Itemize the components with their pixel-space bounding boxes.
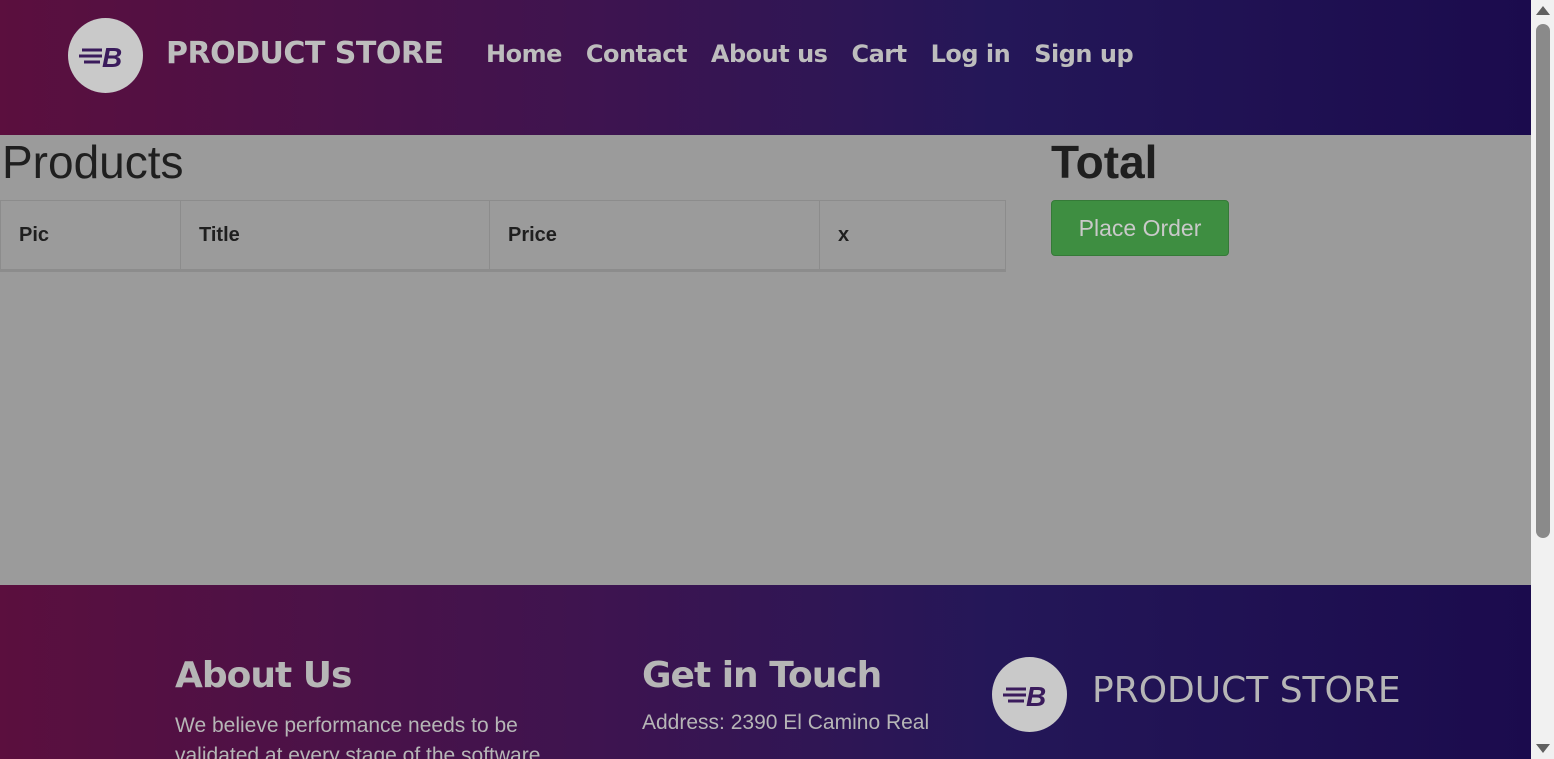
page: B PRODUCT STORE Home Contact About us Ca… [0,0,1531,759]
column-header-price: Price [489,200,820,271]
brand-name[interactable]: PRODUCT STORE [166,36,444,71]
brand-logo-icon[interactable]: B [68,18,143,93]
footer-about-text: We believe performance needs to be valid… [175,714,541,759]
nav-sign-up[interactable]: Sign up [1034,40,1133,68]
bm-logo-icon: B [1002,681,1046,712]
bm-logo-icon: B [78,42,122,73]
column-header-delete: x [819,200,1006,271]
footer-contact-title: Get in Touch [642,655,882,696]
nav-cart[interactable]: Cart [851,40,907,68]
scroll-up-arrow-icon[interactable] [1536,6,1550,15]
scroll-thumb[interactable] [1536,24,1550,538]
footer-about-title: About Us [175,655,352,696]
nav-about-us[interactable]: About us [711,40,828,68]
footer-brand-name: PRODUCT STORE [1092,670,1401,711]
products-title: Products [2,136,184,188]
svg-text:B: B [102,42,122,73]
footer-logo-icon: B [992,657,1067,732]
footer-contact-address: Address: 2390 El Camino Real [642,711,930,734]
cart-table: Pic Title Price x [0,200,1006,272]
footer: About Us We believe performance needs to… [0,585,1531,759]
total-title: Total [1051,136,1158,188]
place-order-button[interactable]: Place Order [1051,200,1229,256]
cart-main: Products Pic Title Price x Total Place O… [0,135,1531,585]
vertical-scrollbar[interactable] [1531,0,1554,759]
table-header-row: Pic Title Price x [0,200,1006,271]
column-header-pic: Pic [0,200,181,271]
nav-log-in[interactable]: Log in [931,40,1011,68]
nav-links: Home Contact About us Cart Log in Sign u… [486,40,1157,68]
nav-contact[interactable]: Contact [586,40,688,68]
column-header-title: Title [180,200,490,271]
navbar: B PRODUCT STORE Home Contact About us Ca… [0,0,1531,135]
svg-text:B: B [1026,681,1046,712]
scroll-down-arrow-icon[interactable] [1536,744,1550,753]
nav-home[interactable]: Home [486,40,562,68]
